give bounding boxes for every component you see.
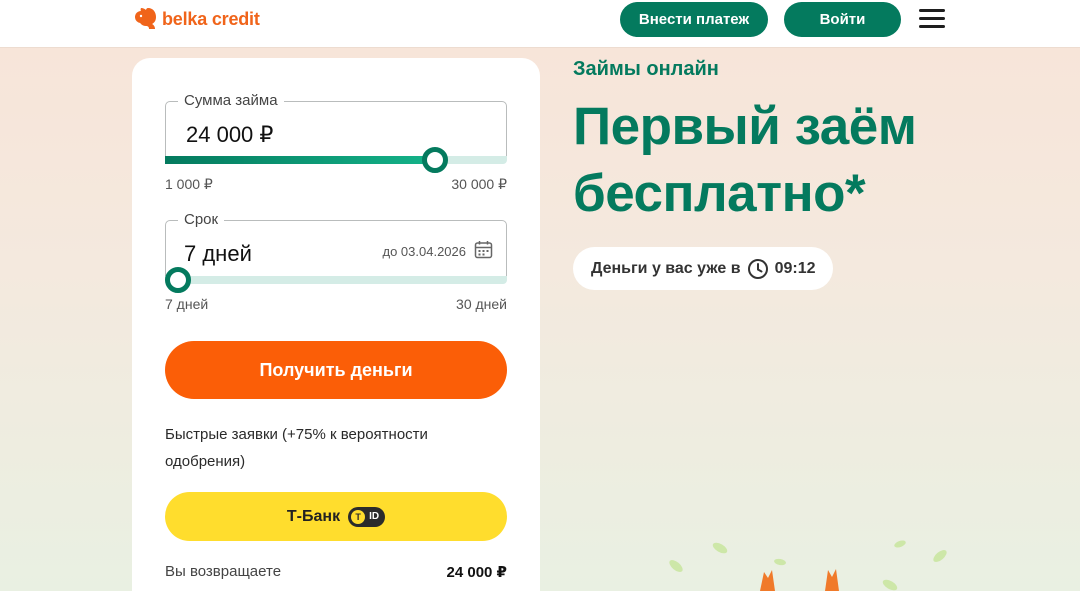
loan-amount-field[interactable]: Сумма займа 24 000 ₽	[165, 92, 507, 163]
clock-icon	[747, 258, 768, 279]
loan-term-legend: Срок	[178, 211, 225, 228]
loan-term-value[interactable]: 7 дней	[184, 241, 252, 267]
squirrel-logo-icon	[135, 8, 156, 29]
loan-amount-slider-fill	[165, 156, 436, 164]
loan-calculator-card: Сумма займа 24 000 ₽ 1 000 ₽ 30 000 ₽ Ср…	[132, 58, 540, 591]
loan-term-slider[interactable]	[165, 267, 507, 293]
loan-amount-min-label: 1 000 ₽	[165, 176, 213, 192]
loan-amount-slider-thumb[interactable]	[422, 147, 449, 173]
return-amount-label: Вы возвращаете	[165, 563, 282, 580]
loan-amount-value[interactable]: 24 000 ₽	[186, 122, 273, 148]
tbank-id-text: ID	[369, 511, 380, 522]
loan-amount-max-label: 30 000 ₽	[451, 176, 507, 192]
tbank-id-button[interactable]: Т-Банк T ID	[165, 492, 507, 541]
fast-apply-text: Быстрые заявки (+75% к вероятности одобр…	[165, 426, 428, 470]
decorative-leaves-illustration	[669, 540, 947, 591]
timer-badge: Деньги у вас уже в 09:12	[573, 247, 834, 290]
login-button[interactable]: Войти	[784, 2, 901, 37]
loan-term-min-label: 7 дней	[165, 296, 209, 312]
tbank-button-label: Т-Банк	[286, 507, 341, 525]
hero-headline: Первый заём бесплатно*	[573, 97, 917, 223]
tbank-id-badge: T ID	[348, 506, 386, 527]
menu-icon[interactable]	[919, 9, 945, 31]
logo-text: belka credit	[162, 8, 260, 29]
timer-text: Деньги у вас уже в	[591, 259, 741, 277]
loan-term-field[interactable]: Срок 7 дней до 03.04.2026	[165, 211, 507, 282]
loan-term-slider-thumb[interactable]	[165, 267, 191, 293]
loan-term-max-label: 30 дней	[456, 296, 507, 312]
tbank-shield-icon: T	[351, 509, 366, 524]
site-header: belka credit Внести платеж Войти	[0, 0, 1080, 47]
hero-subtitle: Займы онлайн	[573, 58, 719, 80]
loan-amount-legend: Сумма займа	[178, 92, 284, 109]
loan-amount-slider[interactable]	[165, 147, 507, 173]
return-amount-value: 24 000 ₽	[446, 564, 507, 581]
calendar-icon[interactable]	[474, 240, 493, 259]
due-date-text: до 03.04.2026	[382, 244, 467, 259]
make-payment-button[interactable]: Внести платеж	[620, 2, 768, 37]
logo[interactable]: belka credit	[132, 3, 260, 35]
timer-value: 09:12	[774, 259, 816, 277]
get-money-button[interactable]: Получить деньги	[165, 341, 507, 399]
